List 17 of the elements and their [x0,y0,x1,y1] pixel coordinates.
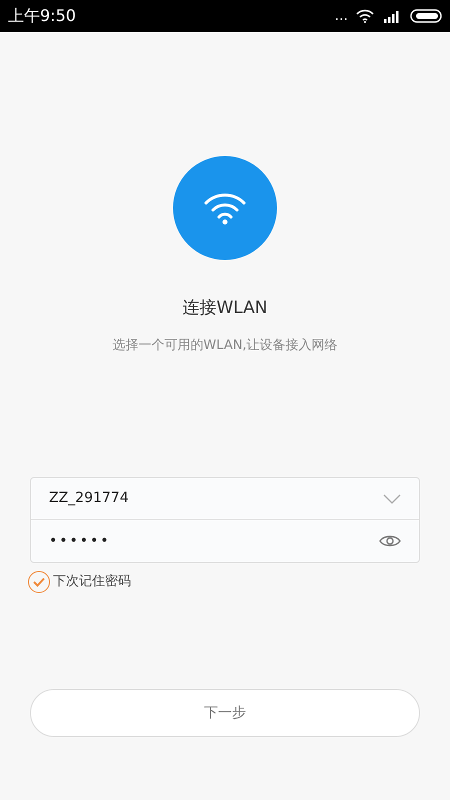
page-title: 连接WLAN [182,297,268,320]
chevron-down-icon[interactable] [383,494,401,504]
remember-label: 下次记住密码 [53,573,131,592]
password-field[interactable]: •••••• [31,520,419,562]
status-time: 上午9:50 [8,5,76,27]
remember-checkbox[interactable] [28,571,50,593]
wifi-signal-icon [356,9,374,23]
network-name: ZZ_291774 [49,489,130,508]
page-subtitle: 选择一个可用的WLAN,让设备接入网络 [112,336,338,354]
wifi-icon [203,191,247,225]
battery-icon [410,9,442,23]
password-value: •••••• [49,532,112,550]
check-icon [33,577,45,587]
network-field[interactable]: ZZ_291774 [31,478,419,520]
next-button[interactable]: 下一步 [30,689,420,737]
eye-icon[interactable] [379,534,401,548]
more-indicator: ... [334,9,348,23]
